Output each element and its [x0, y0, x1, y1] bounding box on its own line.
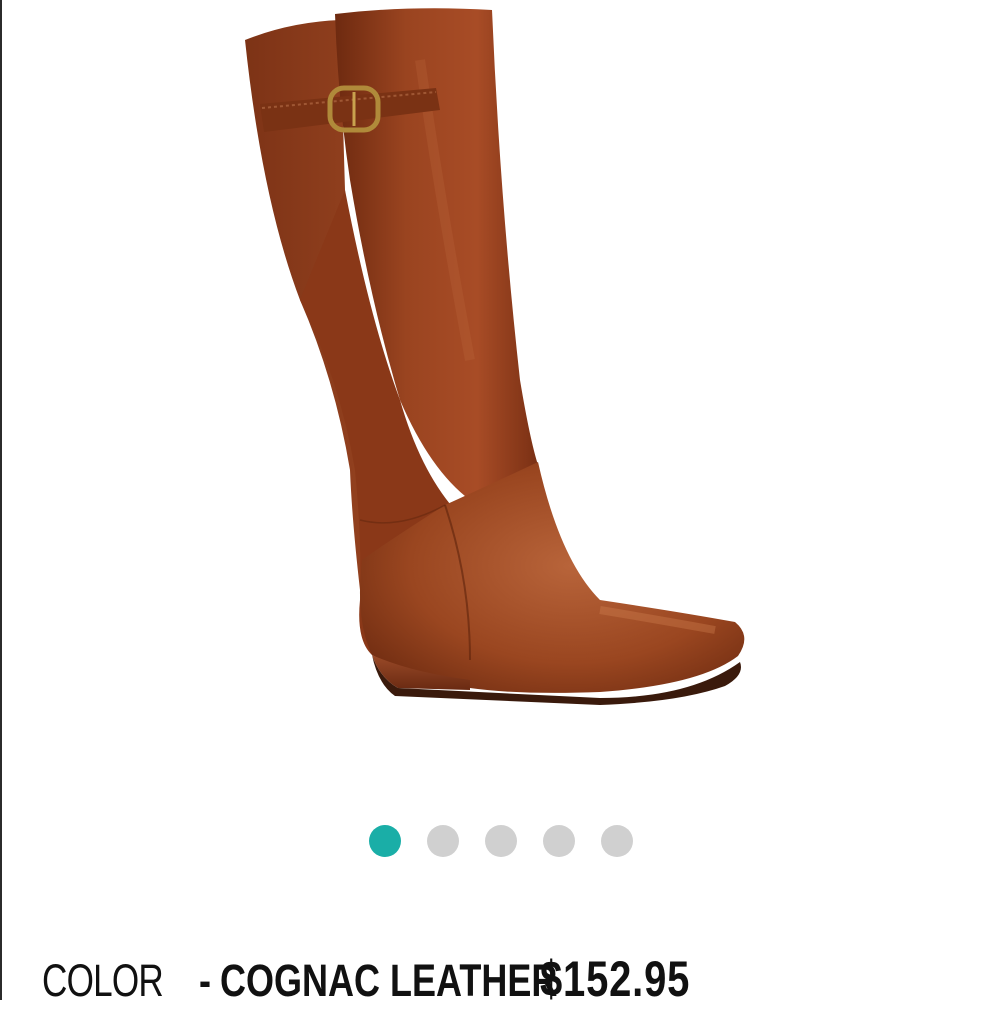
image-pager	[0, 825, 1000, 859]
color-label: COLOR	[42, 955, 164, 1006]
pager-dot-1[interactable]	[369, 825, 401, 857]
pager-dot-2[interactable]	[427, 825, 459, 857]
color-value: COGNAC LEATHER	[220, 955, 558, 1006]
product-price: $152.95	[540, 951, 691, 1007]
pager-dot-3[interactable]	[485, 825, 517, 857]
pager-dot-4[interactable]	[543, 825, 575, 857]
product-info-bar: COLOR - COGNAC LEATHER $152.95	[42, 950, 728, 1010]
color-separator: -	[199, 955, 212, 1006]
product-image-boot[interactable]	[0, 0, 1000, 800]
pager-dot-5[interactable]	[601, 825, 633, 857]
